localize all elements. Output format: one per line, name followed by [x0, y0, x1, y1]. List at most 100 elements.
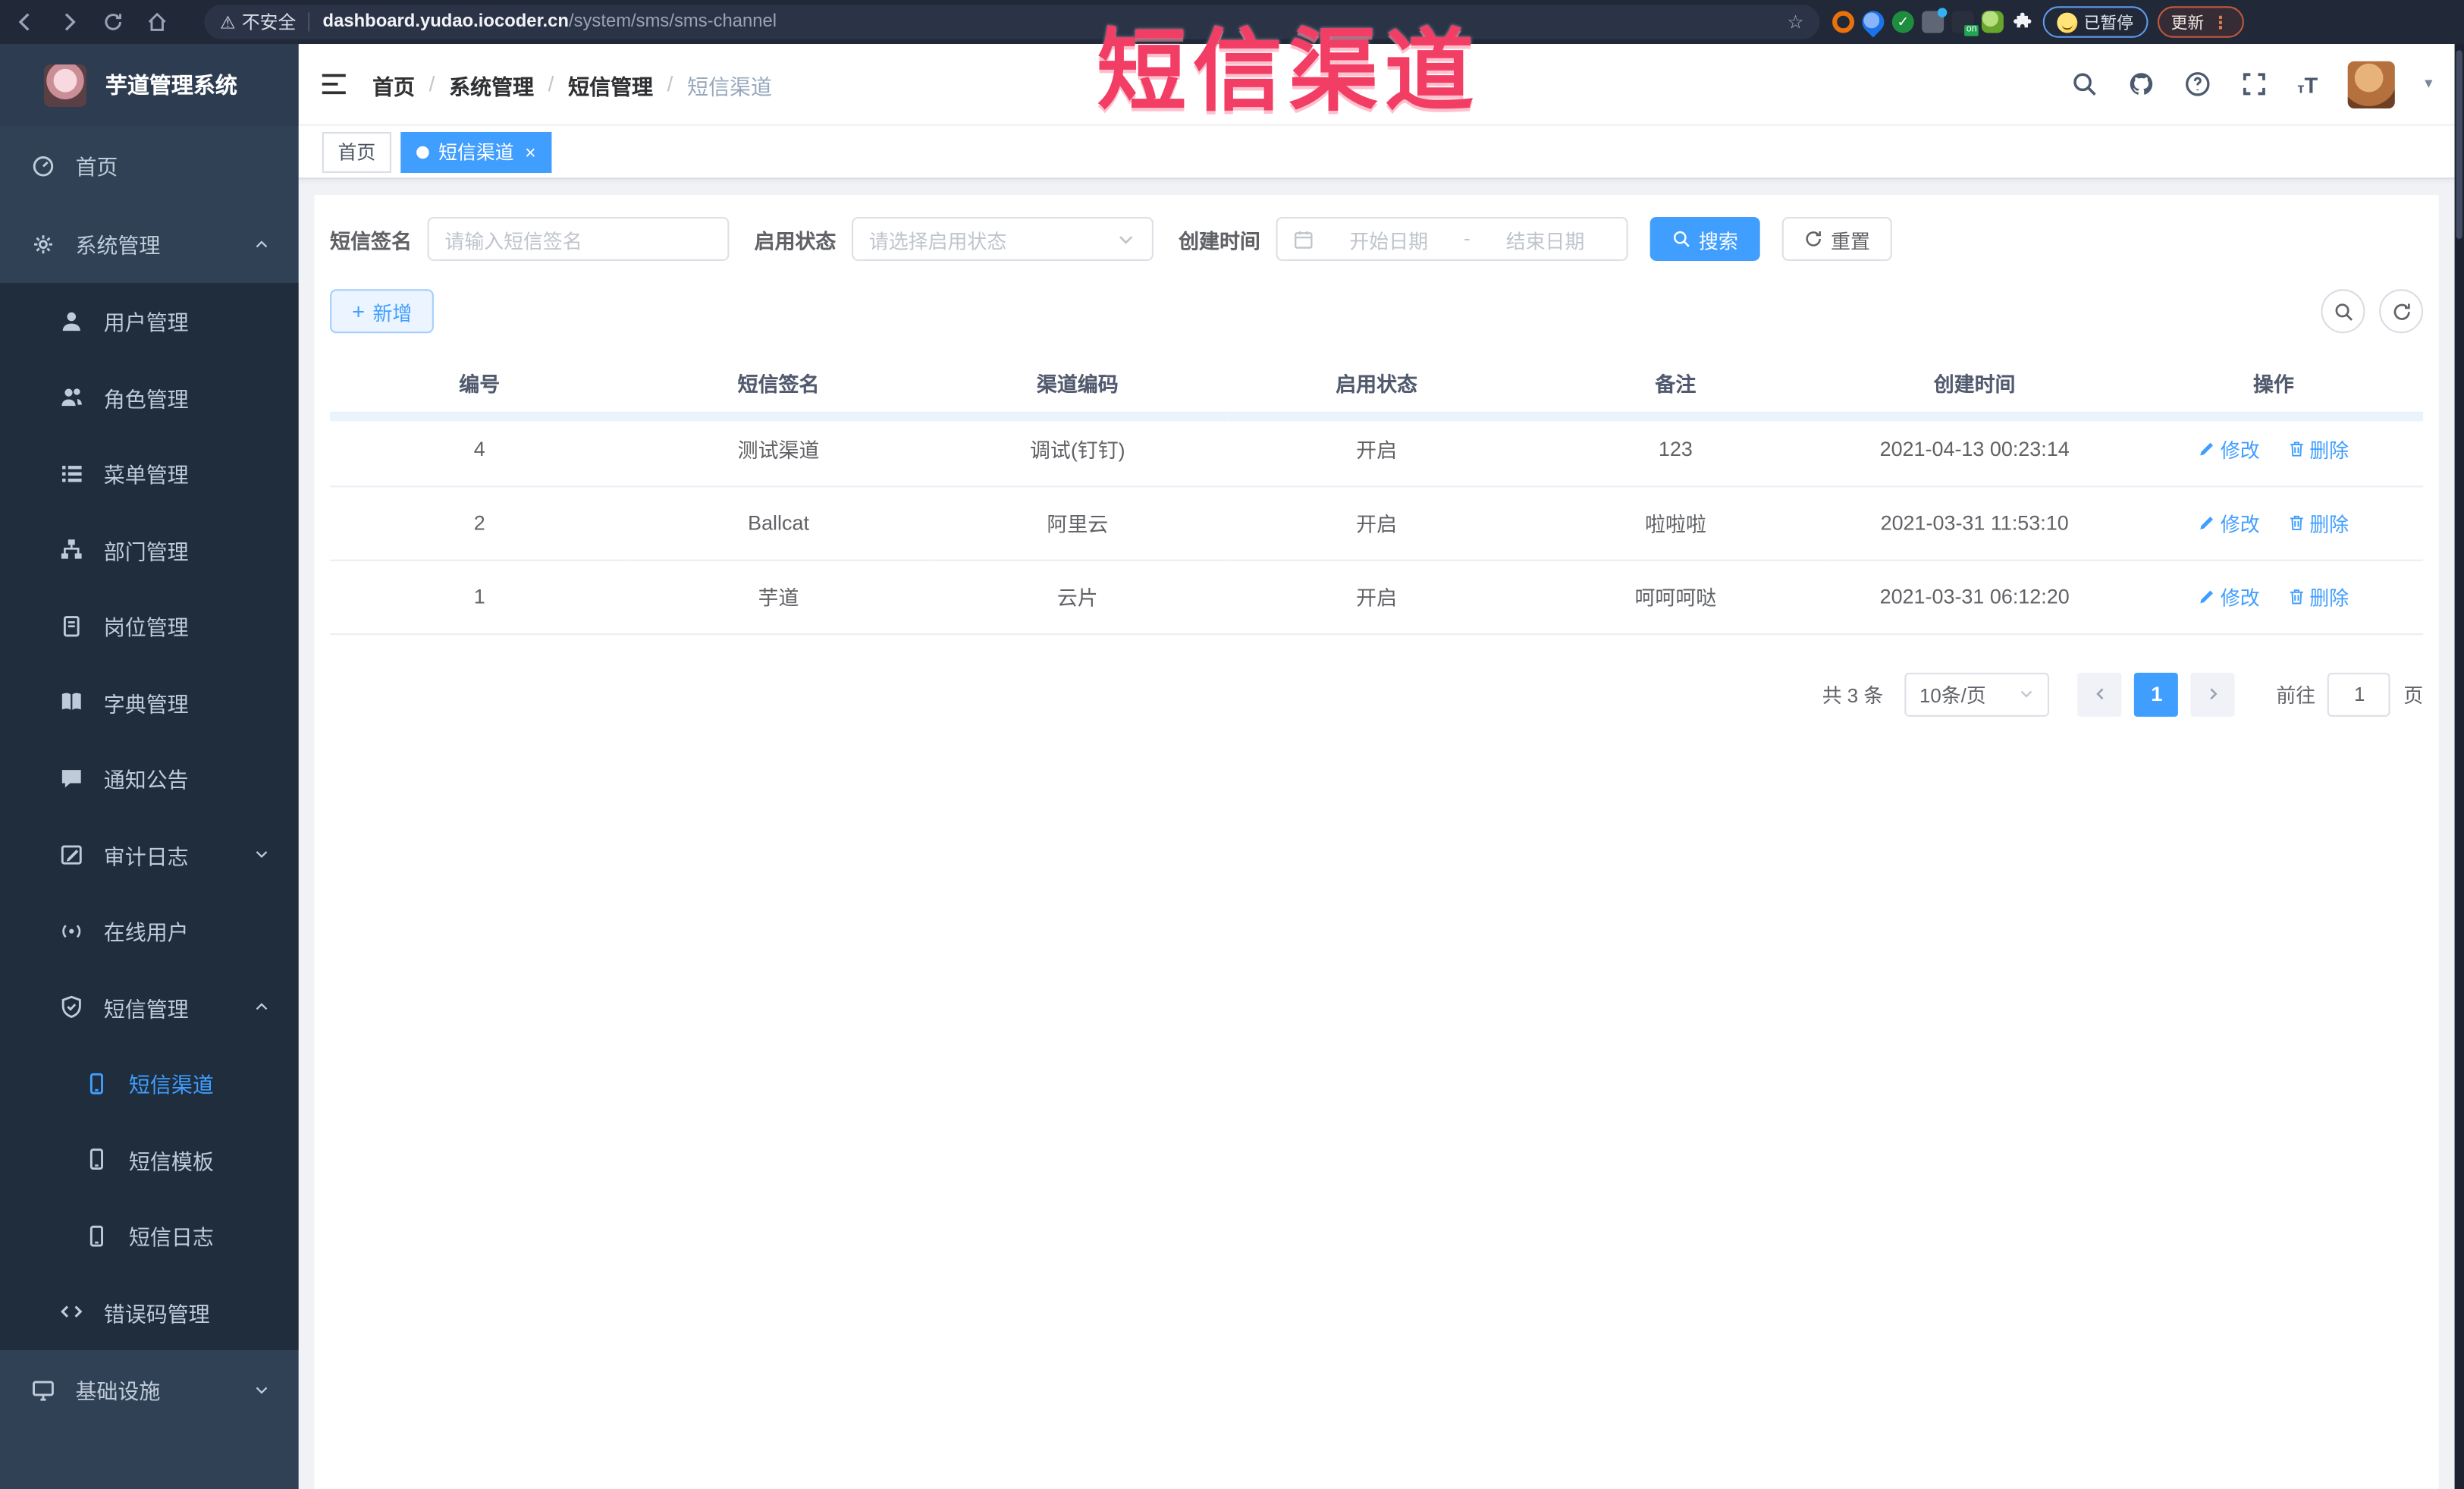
cell-code: 云片 [928, 559, 1227, 635]
sidebar-item-dict[interactable]: 字典管理 [0, 664, 299, 740]
range-separator: - [1464, 228, 1471, 250]
header-actions: тT ▾ [2071, 60, 2433, 108]
filter-form: 短信签名 请输入短信签名 启用状态 请选择启用状态 创建时间 开始日期 - 结束… [330, 216, 2423, 261]
sidebar-item-sms[interactable]: 短信管理 [0, 969, 299, 1044]
status-select[interactable]: 请选择启用状态 [852, 216, 1154, 261]
browser-forward-icon[interactable] [57, 9, 82, 34]
browser-menu-icon[interactable]: ⋮ [2211, 12, 2229, 33]
breadcrumb-separator: / [667, 72, 673, 96]
tab-home[interactable]: 首页 [322, 131, 391, 172]
github-icon[interactable] [2128, 71, 2155, 97]
cell-created: 2021-04-13 00:23:14 [1825, 411, 2124, 487]
goto-page-input[interactable] [2327, 671, 2391, 716]
sidebar-item-roles[interactable]: 角色管理 [0, 359, 299, 435]
phone-icon [85, 1148, 108, 1171]
sidebar-item-home[interactable]: 首页 [0, 126, 299, 205]
sidebar-item-menus[interactable]: 菜单管理 [0, 435, 299, 511]
page-size-select[interactable]: 10条/页 [1905, 671, 2050, 716]
logo-image [44, 63, 86, 106]
page-size-value: 10条/页 [1919, 685, 1986, 708]
prev-page-button[interactable] [2078, 671, 2123, 716]
extension-grid-icon[interactable] [1922, 8, 1948, 33]
sidebar-item-error-code[interactable]: 错误码管理 [0, 1274, 299, 1349]
cell-sign: 芋道 [629, 559, 928, 635]
cell-status: 开启 [1226, 411, 1527, 487]
chevron-down-icon[interactable]: ▾ [2425, 75, 2432, 93]
reset-button[interactable]: 重置 [1781, 216, 1892, 261]
browser-back-icon[interactable] [13, 9, 38, 34]
refresh-table-button[interactable] [2379, 289, 2424, 334]
extensions-puzzle-icon[interactable] [2011, 11, 2033, 33]
col-sign: 短信签名 [629, 355, 928, 413]
toggle-search-button[interactable] [2321, 289, 2365, 334]
sidebar-logo-row[interactable]: 芋道管理系统 [0, 44, 299, 126]
paused-chip[interactable]: 已暂停 [2042, 6, 2148, 38]
sidebar-item-system[interactable]: 系统管理 [0, 204, 299, 283]
breadcrumb-item[interactable]: 短信管理 [568, 68, 653, 99]
font-size-icon[interactable]: тT [2297, 71, 2318, 96]
extension-row: ✓ on [1832, 6, 2033, 38]
extension-sprite-icon[interactable] [1981, 11, 2004, 33]
delete-link[interactable]: 删除 [2287, 434, 2349, 463]
edit-log-icon [60, 843, 83, 866]
sidebar-item-posts[interactable]: 岗位管理 [0, 588, 299, 664]
address-bar[interactable]: ⚠ 不安全 dashboard.yudao.iocoder.cn /system… [204, 5, 1820, 39]
pagination: 共 3 条 10条/页 1 前往 页 [330, 671, 2423, 716]
edit-link[interactable]: 修改 [2199, 582, 2260, 611]
breadcrumb-item[interactable]: 首页 [372, 68, 415, 99]
sidebar-item-audit-log[interactable]: 审计日志 [0, 816, 299, 892]
browser-home-icon[interactable] [145, 9, 170, 34]
chevron-down-icon [253, 1381, 271, 1398]
update-label: 更新 [2171, 13, 2205, 33]
close-icon[interactable]: × [525, 143, 536, 162]
edit-link[interactable]: 修改 [2199, 507, 2260, 537]
current-page[interactable]: 1 [2134, 671, 2179, 716]
header-search-icon[interactable] [2071, 71, 2098, 97]
delete-link[interactable]: 删除 [2287, 507, 2349, 537]
edit-icon [2199, 588, 2216, 605]
sidebar-item-label: 系统管理 [75, 234, 161, 258]
sign-input[interactable]: 请输入短信签名 [427, 216, 730, 261]
sidebar-item-sms-channel[interactable]: 短信渠道 [0, 1045, 299, 1121]
extension-on-icon[interactable]: on [1951, 11, 1979, 36]
next-page-button[interactable] [2191, 671, 2236, 716]
sidebar-item-users[interactable]: 用户管理 [0, 283, 299, 359]
extension-pin-icon[interactable] [1857, 6, 1889, 38]
browser-update-button[interactable]: 更新 ⋮ [2156, 6, 2243, 38]
col-code: 渠道编码 [928, 355, 1227, 413]
delete-link[interactable]: 删除 [2287, 582, 2349, 611]
help-icon[interactable] [2184, 71, 2211, 97]
sidebar-item-sms-template[interactable]: 短信模板 [0, 1121, 299, 1197]
extension-ring-icon[interactable] [1832, 11, 1855, 33]
add-button[interactable]: + 新增 [330, 289, 435, 334]
hamburger-icon[interactable] [321, 72, 347, 96]
sidebar-item-infra[interactable]: 基础设施 [0, 1350, 299, 1429]
toolbar-right [2321, 289, 2424, 334]
sidebar-item-sms-log[interactable]: 短信日志 [0, 1198, 299, 1274]
extension-check-icon[interactable]: ✓ [1891, 11, 1914, 33]
security-label[interactable]: 不安全 [242, 9, 296, 34]
avatar[interactable] [2347, 60, 2395, 108]
tab-sms-channel[interactable]: 短信渠道 × [400, 131, 552, 172]
fullscreen-icon[interactable] [2241, 71, 2268, 97]
sidebar-item-label: 首页 [75, 155, 118, 180]
date-range-picker[interactable]: 开始日期 - 结束日期 [1276, 216, 1628, 261]
main-content: 短信签名 请输入短信签名 启用状态 请选择启用状态 创建时间 开始日期 - 结束… [298, 179, 2455, 1489]
sidebar-item-depts[interactable]: 部门管理 [0, 511, 299, 587]
sidebar-item-notice[interactable]: 通知公告 [0, 740, 299, 816]
table-row: 2 Ballcat 阿里云 开启 啦啦啦 2021-03-31 11:53:10… [330, 485, 2424, 561]
sidebar-item-online-users[interactable]: 在线用户 [0, 893, 299, 969]
scrollbar-thumb[interactable] [2456, 50, 2462, 239]
scrollbar[interactable] [2454, 44, 2464, 1489]
wifi-icon [60, 919, 83, 943]
status-label: 启用状态 [754, 228, 837, 253]
url-path: /system/sms/sms-channel [568, 12, 777, 32]
breadcrumb-item[interactable]: 系统管理 [449, 68, 534, 99]
chevron-down-icon [2019, 685, 2036, 702]
edit-icon [2199, 440, 2216, 457]
bookmark-star-icon[interactable]: ☆ [1787, 11, 1803, 33]
chevron-down-icon [253, 846, 271, 863]
search-button[interactable]: 搜索 [1649, 216, 1760, 261]
browser-reload-icon[interactable] [101, 9, 126, 34]
edit-link[interactable]: 修改 [2199, 434, 2260, 463]
